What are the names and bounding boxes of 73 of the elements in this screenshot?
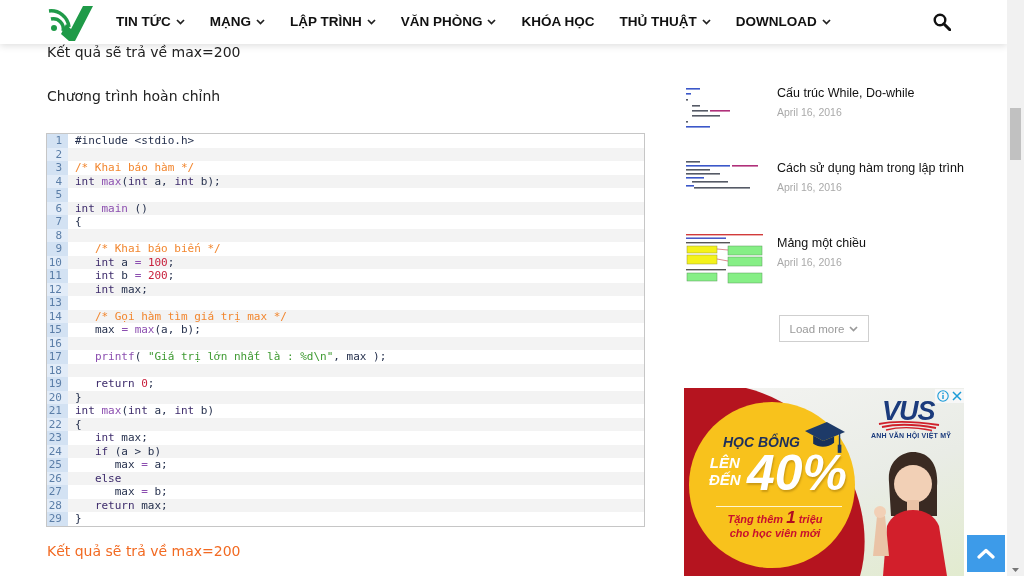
code-line: return 0; <box>94 377 155 391</box>
line-number: 7 <box>47 215 68 229</box>
line-number: 1 <box>47 134 68 148</box>
paragraph: Chương trình hoàn chỉnh <box>47 88 221 104</box>
line-number: 9 <box>47 242 68 256</box>
scrollbar-thumb[interactable] <box>1010 108 1021 160</box>
code-line: } <box>75 390 82 404</box>
line-number: 11 <box>47 269 68 283</box>
site-logo[interactable] <box>47 3 93 41</box>
line-number: 25 <box>47 458 68 472</box>
caret-icon <box>849 325 859 332</box>
code-line: if (a > b) <box>94 444 162 458</box>
nav-menu-item[interactable]: THỦ THUẬT <box>619 13 711 31</box>
ad-headline: HỌC BỔNG <box>723 434 800 450</box>
line-number: 17 <box>47 350 68 364</box>
info-icon[interactable] <box>937 390 949 402</box>
ad-discount: 40% <box>747 454 848 492</box>
back-to-top-button[interactable] <box>967 535 1005 572</box>
code-line: return max; <box>94 498 168 512</box>
code-line: int main () <box>75 201 148 215</box>
flag-stripes-icon <box>878 421 940 431</box>
search-icon[interactable] <box>933 13 951 31</box>
line-number: 3 <box>47 161 68 175</box>
line-number: 23 <box>47 431 68 445</box>
code-line: #include <stdio.h> <box>75 134 195 148</box>
nav-menu-item[interactable]: MẠNG <box>209 13 265 31</box>
post-title-link[interactable]: Mảng một chiều <box>777 236 866 250</box>
code-thumbnail-drawing[interactable] <box>686 160 759 189</box>
post-title-link[interactable]: Cấu trúc While, Do-while <box>777 86 915 100</box>
post-date: April 16, 2016 <box>777 181 842 194</box>
nav-menu-item[interactable]: KHÓA HỌC <box>521 13 595 31</box>
scroll-down-arrow-icon[interactable] <box>1012 568 1019 572</box>
code-line: int b = 200; <box>94 269 175 283</box>
line-number: 19 <box>47 377 68 391</box>
graduation-cap-icon <box>805 420 845 453</box>
code-line: int max(int a, int b); <box>75 174 221 188</box>
post-date: April 16, 2016 <box>777 106 842 119</box>
line-number: 13 <box>47 296 68 310</box>
code-line: max = max(a, b); <box>94 323 201 337</box>
line-number: 29 <box>47 512 68 526</box>
line-number: 15 <box>47 323 68 337</box>
code-line: { <box>75 215 82 229</box>
paragraph: Kết quả sẽ trả về max=200 <box>47 44 241 60</box>
brand-name: VUS <box>882 397 935 425</box>
chevron-up-icon <box>977 548 995 559</box>
code-line: } <box>75 512 82 526</box>
close-icon[interactable] <box>951 390 963 402</box>
code-line: /* Gọi hàm tìm giá trị max */ <box>94 309 287 323</box>
line-number: 21 <box>47 404 68 418</box>
scrollbar[interactable] <box>1007 0 1024 576</box>
code-line: else <box>94 471 122 485</box>
diagram-thumbnail-drawing[interactable] <box>686 234 763 284</box>
code-line: int max(int a, int b) <box>75 404 215 418</box>
ad-offer-text: Tặng thêm 1 triệu cho học viên mới <box>726 511 824 540</box>
line-number: 5 <box>47 188 68 202</box>
result-text: Kết quả sẽ trả về max=200 <box>47 542 241 559</box>
post-date: April 16, 2016 <box>777 256 842 269</box>
code-line: max = b; <box>114 485 168 499</box>
code-line: int a = 100; <box>94 255 175 269</box>
nav-menu-item[interactable]: TIN TỨC <box>116 13 185 31</box>
code-line: { <box>75 417 82 431</box>
line-number: 27 <box>47 485 68 499</box>
ad-subheadline: LÊN ĐẾN <box>709 454 741 488</box>
code-line: int max; <box>94 431 148 445</box>
nav-menu-item[interactable]: DOWNLOAD <box>735 13 831 31</box>
code-line: /* Khai báo biến */ <box>94 242 221 256</box>
code-line: printf( "Giá trị lớn nhất là : %d\n", max ); <box>94 350 387 364</box>
post-title-link[interactable]: Cách sử dụng hàm trong lập trình <box>777 161 964 175</box>
code-line: max = a; <box>114 458 168 472</box>
nav-menu-item[interactable]: VĂN PHÒNG <box>400 13 497 31</box>
code-line: /* Khai báo hàm */ <box>75 161 195 175</box>
code-line: int max; <box>94 282 148 296</box>
nav-menu-item[interactable]: LẬP TRÌNH <box>289 13 376 31</box>
